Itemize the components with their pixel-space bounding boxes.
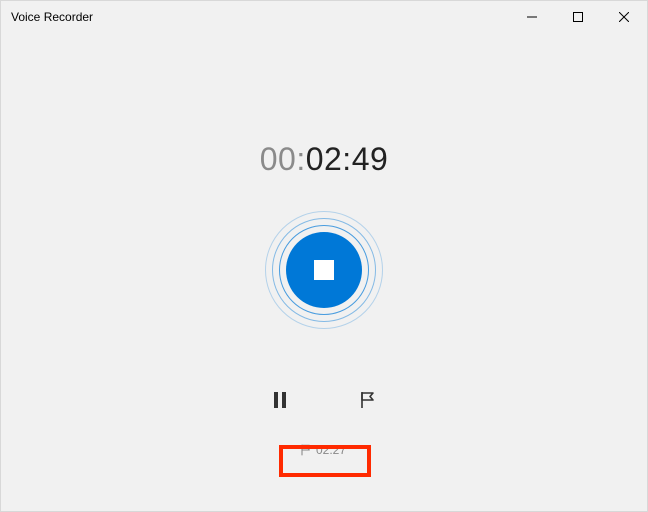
main-content: 00:02:49 02:27 [1, 33, 647, 511]
flag-icon [300, 444, 312, 456]
flag-icon [359, 391, 377, 409]
action-row [268, 388, 380, 412]
add-marker-button[interactable] [356, 388, 380, 412]
recording-timer: 00:02:49 [260, 141, 389, 178]
close-button[interactable] [601, 1, 647, 33]
stop-area [264, 210, 384, 330]
maximize-button[interactable] [555, 1, 601, 33]
window-controls [509, 1, 647, 33]
minimize-icon [527, 12, 537, 22]
pause-icon [272, 391, 288, 409]
maximize-icon [573, 12, 583, 22]
titlebar: Voice Recorder [1, 1, 647, 33]
minimize-button[interactable] [509, 1, 555, 33]
close-icon [619, 12, 629, 22]
marker-time: 02:27 [316, 443, 346, 457]
stop-recording-button[interactable] [286, 232, 362, 308]
window-title: Voice Recorder [11, 10, 93, 24]
marker-indicator[interactable]: 02:27 [296, 440, 352, 459]
timer-rest: 02:49 [306, 141, 389, 177]
stop-icon [314, 260, 334, 280]
timer-hours: 00: [260, 141, 306, 177]
pause-button[interactable] [268, 388, 292, 412]
